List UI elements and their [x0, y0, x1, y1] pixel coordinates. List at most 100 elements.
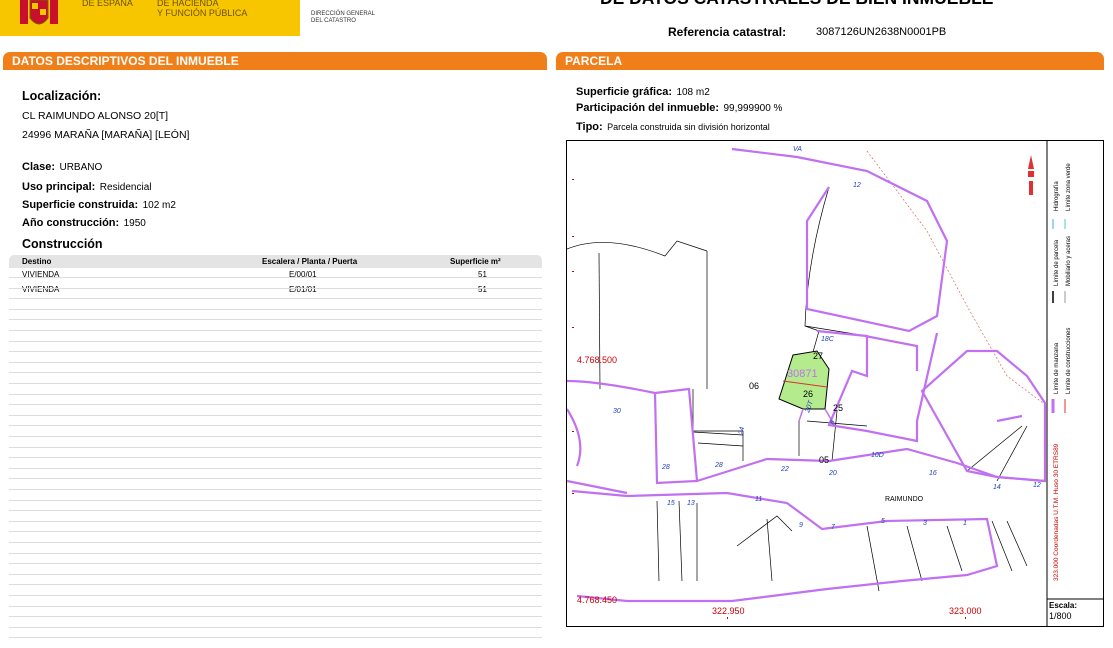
participacion-row: Participación del inmueble: 99,999900 % — [576, 98, 782, 116]
label-9: 9 — [799, 522, 803, 529]
table-rule-line — [9, 563, 542, 565]
direccion-line2: DEL CATASTRO — [311, 18, 356, 24]
label-1: 1 — [963, 520, 967, 527]
legend-limite-parcela: Límite de parcela — [1054, 239, 1060, 286]
anio-row: Año construcción: 1950 — [22, 213, 146, 231]
gov-line-espana: DE ESPAÑA — [82, 0, 133, 8]
uso-value: Residencial — [99, 182, 152, 193]
ref-catastral-label: Referencia catastral: — [668, 25, 787, 39]
label-26: 26 — [803, 389, 813, 399]
label-22: 22 — [780, 466, 789, 473]
section-bar-parcela: PARCELA — [556, 52, 1104, 70]
street-name-label: RAIMUNDO — [885, 496, 924, 503]
uso-label: Uso principal: — [22, 181, 96, 193]
label-24: 24 — [738, 426, 746, 436]
superficie-row: Superficie construida: 102 m2 — [22, 195, 176, 213]
table-rule-line — [9, 489, 542, 490]
label-30: 30 — [613, 408, 621, 415]
label-27: 27 — [813, 351, 823, 361]
anio-label: Año construcción: — [22, 217, 120, 229]
tipo-value: Parcela construida sin división horizont… — [607, 122, 770, 132]
coord-y-top: 4.768.500 — [577, 355, 617, 365]
table-rule-line — [9, 457, 542, 459]
table-rule-line — [9, 298, 542, 300]
grid-ticks — [572, 179, 966, 619]
label-12-upper: 12 — [853, 182, 861, 189]
page-title: DE DATOS CATASTRALES DE BIEN INMUEBLE — [600, 0, 993, 9]
label-28b: 28 — [714, 462, 723, 469]
uso-row: Uso principal: Residencial — [22, 177, 152, 195]
label-13: 13 — [687, 500, 695, 507]
table-rule-line — [9, 372, 542, 374]
col-escalera: Escalera / Planta / Puerta — [262, 257, 358, 266]
table-rule-line — [9, 351, 542, 353]
parcela-superficie-value: 108 m2 — [676, 87, 710, 98]
gov-line-funcion-publica: Y FUNCIÓN PÚBLICA — [157, 8, 248, 18]
table-rule-line — [9, 552, 542, 554]
label-12-lower: 12 — [1033, 482, 1041, 489]
table-rule-line — [9, 340, 542, 342]
label-11: 11 — [755, 496, 762, 503]
label-10d: 10D — [871, 452, 884, 459]
label-28a: 28 — [661, 464, 670, 471]
col-superficie: Superficie m² — [450, 257, 501, 266]
table-rule-line — [9, 446, 542, 448]
gov-line-hacienda: DE HACIENDA — [157, 0, 219, 8]
label-16: 16 — [929, 470, 937, 477]
label-25: 25 — [833, 403, 843, 413]
table-rule-line — [9, 277, 542, 278]
label-3: 3 — [923, 520, 927, 527]
table-rule-line — [9, 605, 542, 607]
legend-limite-manzana: Límite de manzana — [1054, 342, 1060, 394]
table-rule-line — [9, 510, 542, 512]
superficie-label: Superficie construida: — [22, 199, 139, 211]
table-rule-line — [9, 616, 542, 618]
clase-row: Clase: URBANO — [22, 157, 102, 175]
gov-ministry-name: DE HACIENDA Y FUNCIÓN PÚBLICA — [157, 0, 247, 18]
label-20: 20 — [828, 470, 837, 477]
table-rule-line — [9, 404, 542, 406]
table-rule-line — [9, 436, 542, 437]
table-rule-line — [9, 467, 542, 469]
coat-of-arms-icon — [20, 0, 58, 25]
label-5: 5 — [881, 518, 885, 525]
participacion-label: Participación del inmueble: — [576, 102, 720, 114]
legend-mobiliario: Mobiliario y aceras — [1066, 236, 1072, 286]
table-rule-line — [9, 637, 542, 639]
superficie-value: 102 m2 — [142, 200, 176, 211]
construccion-title: Construcción — [22, 237, 103, 251]
cadastral-map-canvas: 4.768.500 4.768.450 322.950 323.000 3087… — [567, 141, 1103, 626]
parcela-superficie-label: Superficie gráfica: — [576, 86, 672, 98]
table-rule-line — [9, 584, 542, 586]
label-06: 06 — [749, 381, 759, 391]
label-14: 14 — [993, 484, 1001, 491]
table-rule-line — [9, 626, 542, 628]
legend-hidrografia: Hidrografía — [1054, 181, 1060, 211]
anio-value: 1950 — [123, 218, 146, 229]
table-rule-line — [9, 520, 542, 522]
localizacion-label: Localización: — [22, 89, 102, 103]
label-18c: 18C — [821, 336, 835, 343]
table-empty-rows — [9, 268, 542, 646]
coord-x-right: 323.000 — [949, 606, 982, 616]
col-destino: Destino — [22, 257, 52, 266]
legend-limite-construcciones: Límite de construcciones — [1066, 328, 1072, 394]
table-rule-line — [9, 287, 542, 289]
table-rule-line — [9, 361, 542, 363]
coord-y-bottom: 4.768.450 — [577, 595, 617, 605]
label-15: 15 — [667, 500, 675, 507]
table-rule-line — [9, 383, 542, 384]
participacion-value: 99,999900 % — [723, 103, 783, 114]
clase-label: Clase: — [22, 161, 56, 173]
label-05: 05 — [819, 455, 829, 465]
table-rule-line — [9, 531, 542, 533]
table-rule-line — [9, 393, 542, 395]
ref-catastral-value: 3087126UN2638N0001PB — [816, 26, 947, 38]
construccion-table-header: Destino Escalera / Planta / Puerta Super… — [9, 255, 542, 268]
table-rule-line — [9, 319, 542, 321]
escala-label: Escala: — [1049, 601, 1077, 610]
legend-coordinates: 323.000 Coordenadas U.T.M. Huso 30 ETRS8… — [1053, 443, 1060, 581]
parcel-ref-label: 30871 — [787, 368, 818, 380]
direccion-line1: DIRECCIÓN GENERAL — [311, 11, 376, 17]
table-rule-line — [9, 425, 542, 427]
